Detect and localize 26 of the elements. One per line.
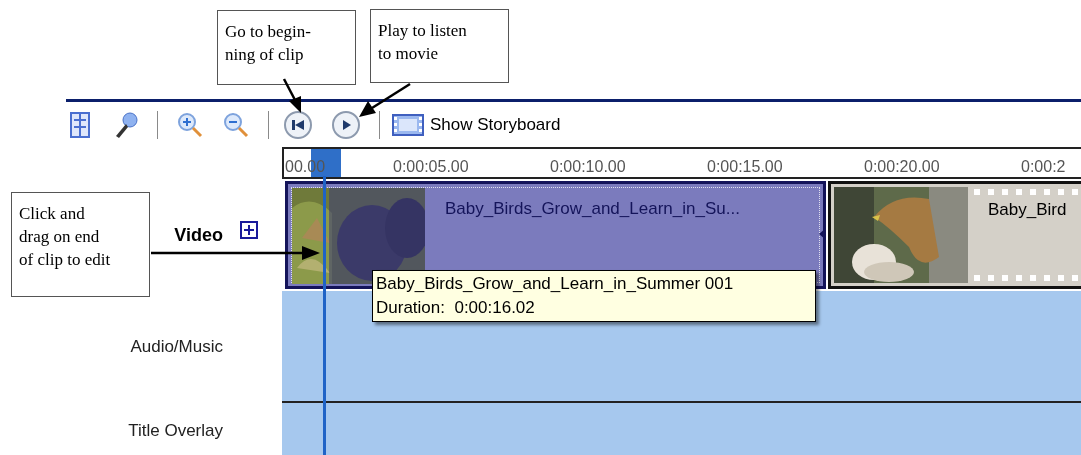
time-label: 0:00:05.00 [393,157,469,177]
skip-back-icon[interactable] [283,109,313,140]
storyboard-button[interactable]: Show Storyboard [392,111,561,138]
time-label: 0:00:20.00 [864,157,940,177]
timeline-icon[interactable] [69,111,91,138]
arrow [282,78,301,113]
time-label: 0:00:2 [1021,157,1066,177]
track-label: Audio/Music [130,336,223,359]
time-label: 0:00:15.00 [707,157,783,177]
track-label: Video [174,223,223,247]
clip-title: Baby_Birds_Grow_and_Learn_in_Su... [444,198,741,220]
tooltip-text: Duration: 0:00:16.02 [376,297,536,319]
video-clip[interactable]: Baby_Bird [828,181,1081,289]
play-icon[interactable] [331,109,361,140]
callout-box: Click and drag on end of clip to edit [11,192,150,297]
microphone-icon[interactable] [113,110,139,139]
expand-icon[interactable] [240,221,258,239]
callout-box: Go to begin- ning of clip [217,10,356,85]
track-label: Title Overlay [128,419,223,442]
callout-box: Play to listen to movie [370,9,509,83]
filmstrip-icon [392,112,424,137]
clip-title: Baby_Bird [988,199,1067,221]
time-label: 0:00:10.00 [550,157,626,177]
zoom-out-icon[interactable] [222,110,250,139]
zoom-in-icon[interactable] [176,110,204,139]
arrow [359,82,411,117]
